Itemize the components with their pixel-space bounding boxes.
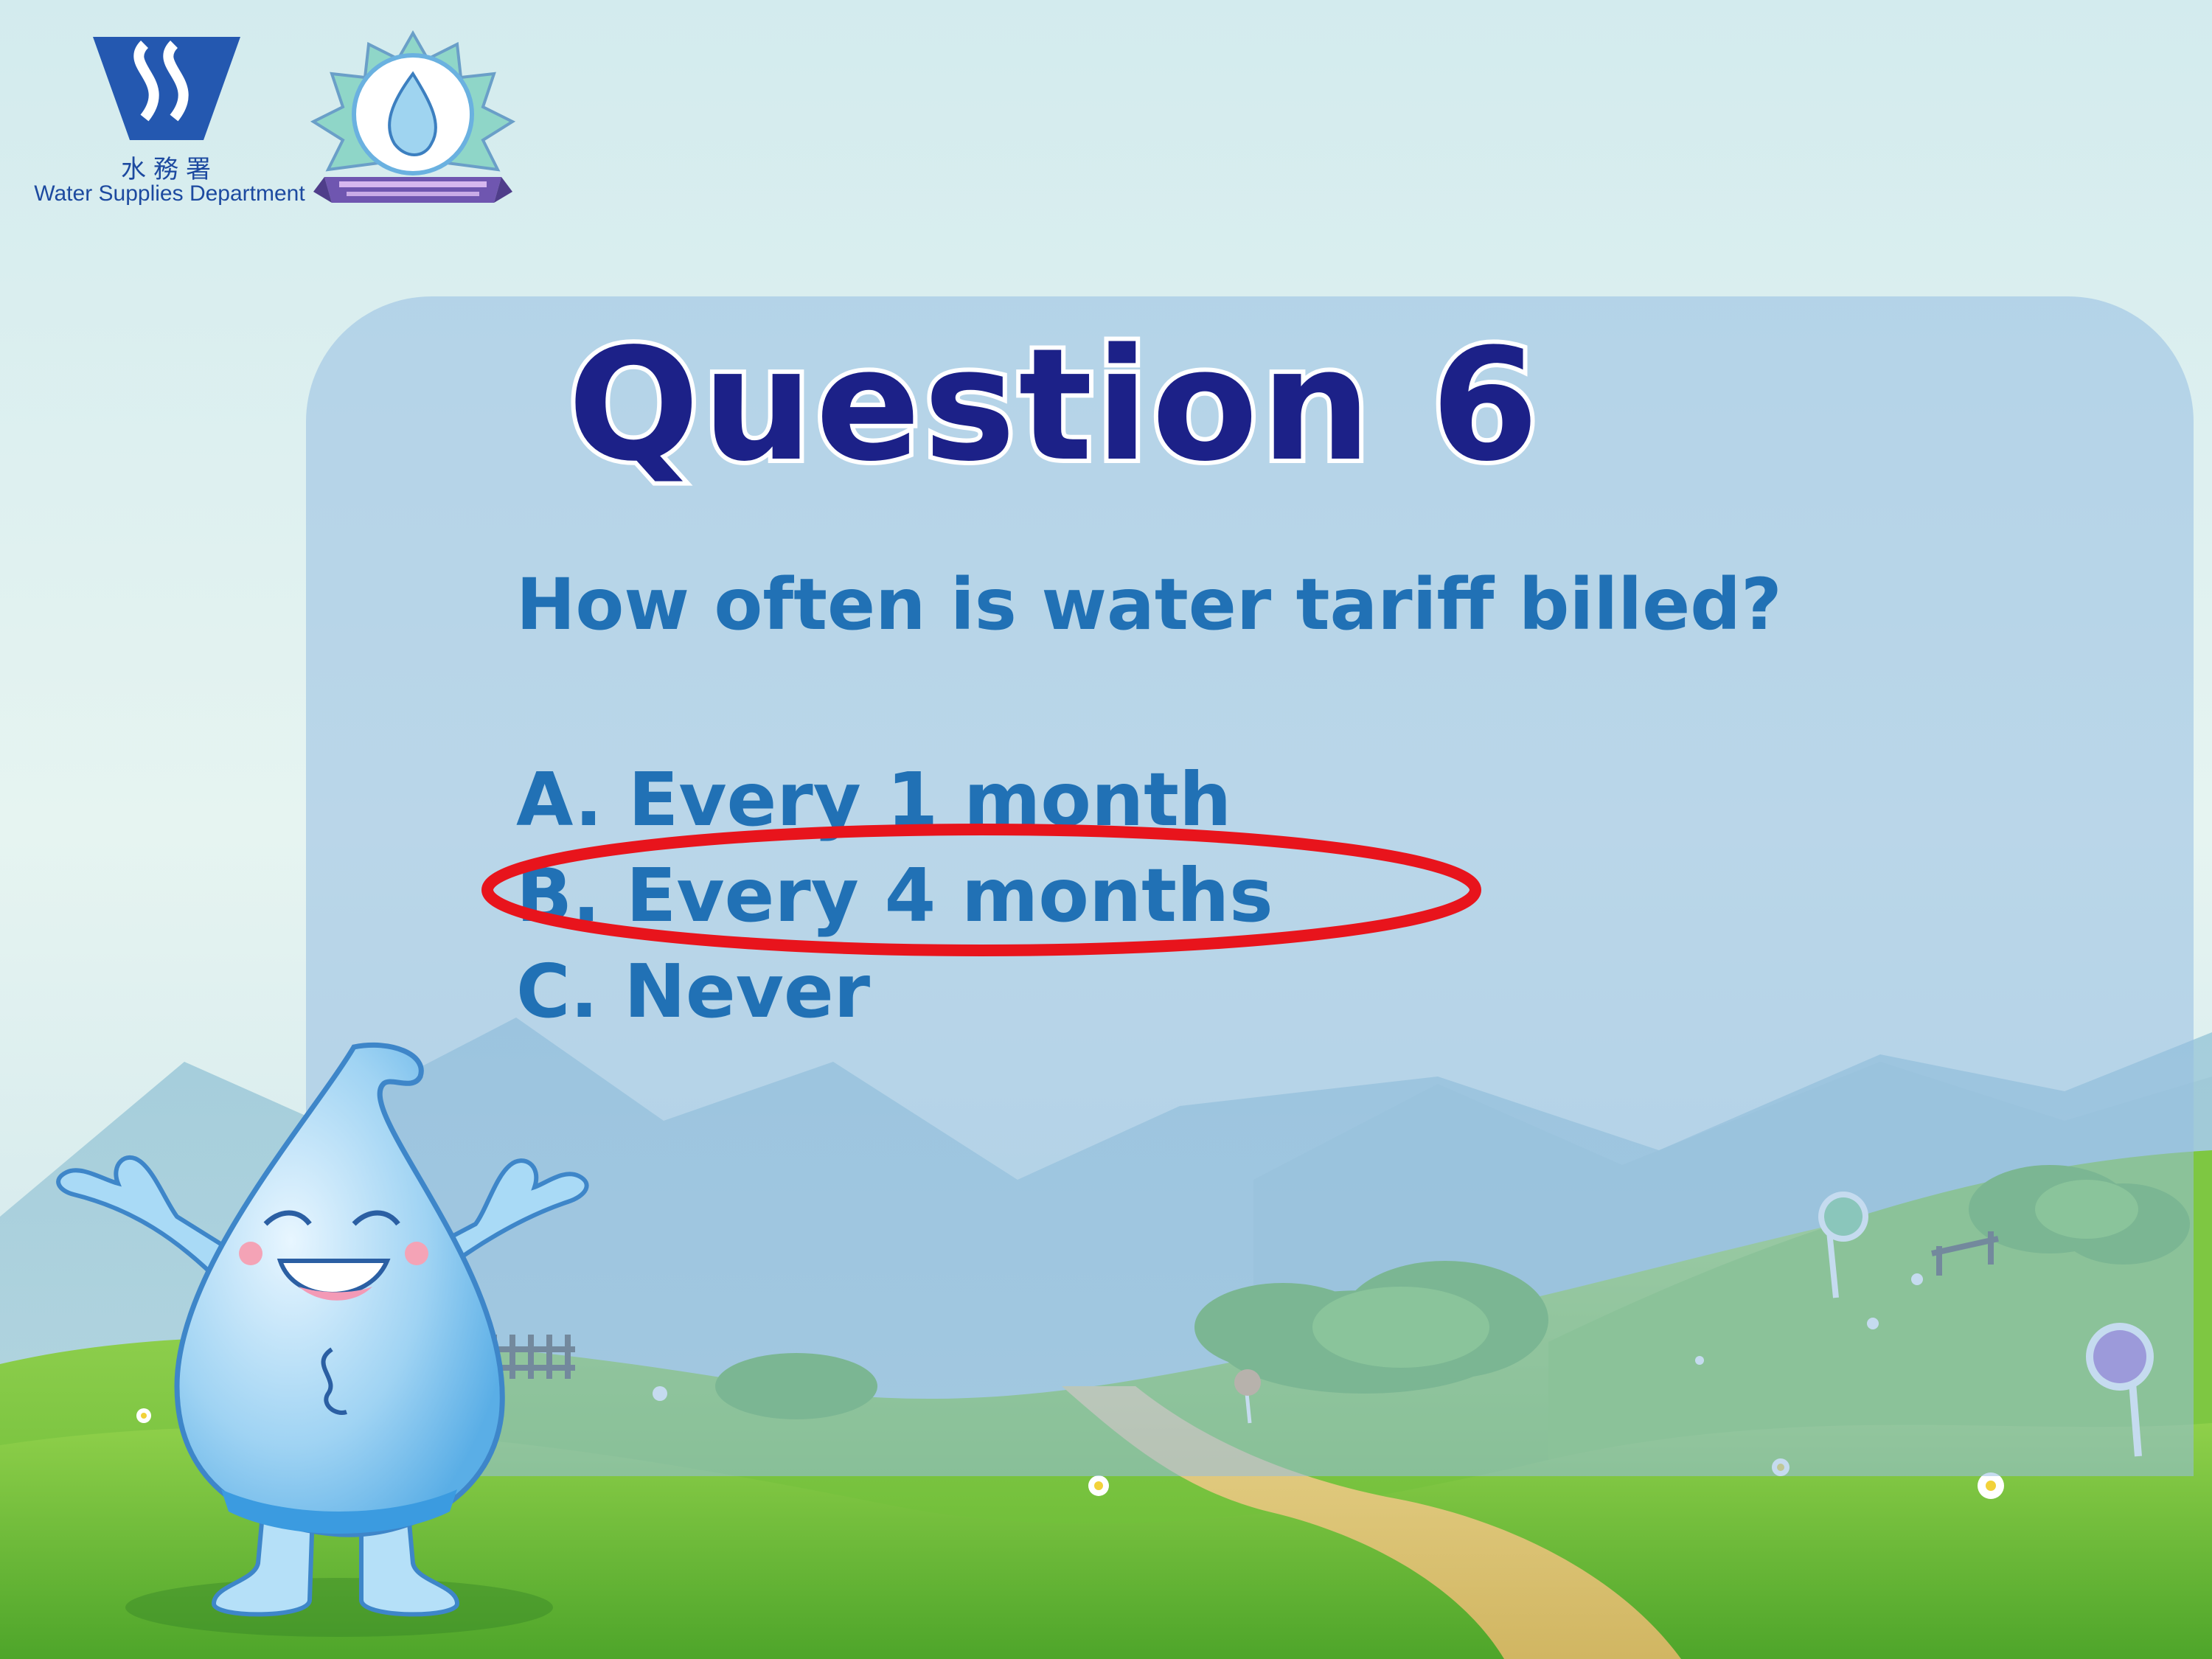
water-drop-mascot-icon <box>56 1042 589 1637</box>
question-title: Question 6 <box>563 313 1543 498</box>
org-name-chinese: 水務署 <box>121 155 218 184</box>
red-ellipse-icon <box>481 824 1481 956</box>
wsd-logo-icon <box>93 37 240 140</box>
org-name-english: Water Supplies Department <box>34 181 305 206</box>
question-text: How often is water tariff billed? <box>516 563 1782 646</box>
programme-badge-icon <box>310 29 516 203</box>
wsd-logo: 水務署 Water Supplies Department <box>29 37 310 214</box>
